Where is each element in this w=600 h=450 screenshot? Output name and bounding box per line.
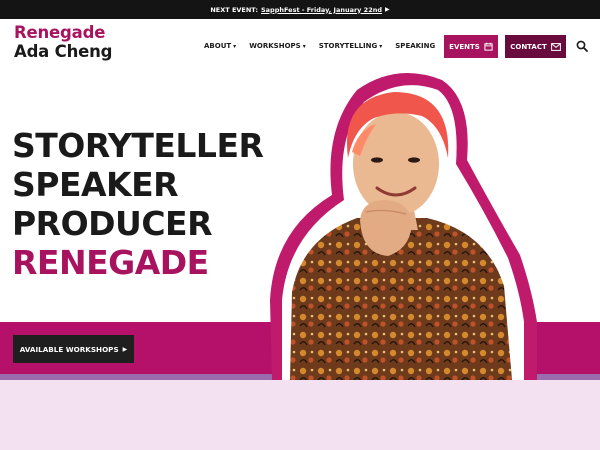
logo-line-2: Ada Cheng [14, 41, 113, 61]
chevron-down-icon: ▾ [302, 42, 306, 50]
portrait-photo [270, 72, 537, 380]
hero-headline: STORYTELLER SPEAKER PRODUCER RENEGADE [12, 126, 264, 282]
nav-item-label: ABOUT [204, 42, 232, 50]
hero-line-renegade: RENEGADE [12, 243, 209, 282]
nav-item-about[interactable]: ABOUT ▾ [204, 42, 236, 50]
nav-item-label: STORYTELLING [318, 42, 378, 50]
announcement-arrow-icon: ▶ [385, 6, 390, 13]
logo-line-1: Renegade [14, 23, 106, 42]
nav-item-label: SPEAKING [395, 42, 436, 50]
contact-button[interactable]: CONTACT [505, 35, 566, 58]
announcement-bar: NEXT EVENT: SapphFest - Friday, January … [0, 0, 600, 19]
hero-line-storyteller: STORYTELLER [12, 126, 264, 165]
contact-button-label: CONTACT [510, 42, 547, 51]
nav-item-storytelling[interactable]: STORYTELLING ▾ [319, 42, 383, 50]
events-button-label: EVENTS [449, 42, 480, 51]
lower-section [0, 380, 600, 450]
announcement-prefix: NEXT EVENT: [210, 5, 258, 14]
chevron-down-icon: ▾ [233, 42, 237, 50]
nav-item-label: WORKSHOPS [249, 42, 301, 50]
envelope-icon [550, 42, 561, 51]
hero-line-speaker: SPEAKER [12, 165, 179, 204]
main-nav: ABOUT ▾ WORKSHOPS ▾ STORYTELLING ▾ SPEAK… [204, 42, 435, 50]
nav-item-workshops[interactable]: WORKSHOPS ▾ [249, 42, 306, 50]
chevron-down-icon: ▾ [379, 42, 383, 50]
nav-item-speaking[interactable]: SPEAKING [395, 42, 435, 50]
play-arrow-icon: ▶ [122, 345, 128, 353]
events-button[interactable]: EVENTS [444, 35, 498, 58]
hero-line-producer: PRODUCER [12, 204, 213, 243]
available-workshops-label: AVAILABLE WORKSHOPS [19, 344, 119, 354]
calendar-icon [484, 42, 493, 51]
available-workshops-button[interactable]: AVAILABLE WORKSHOPS ▶ [13, 335, 134, 363]
search-icon[interactable] [576, 40, 588, 52]
announcement-link[interactable]: SapphFest - Friday, January 22nd [261, 6, 382, 14]
site-logo[interactable]: Renegade Ada Cheng [14, 23, 113, 61]
